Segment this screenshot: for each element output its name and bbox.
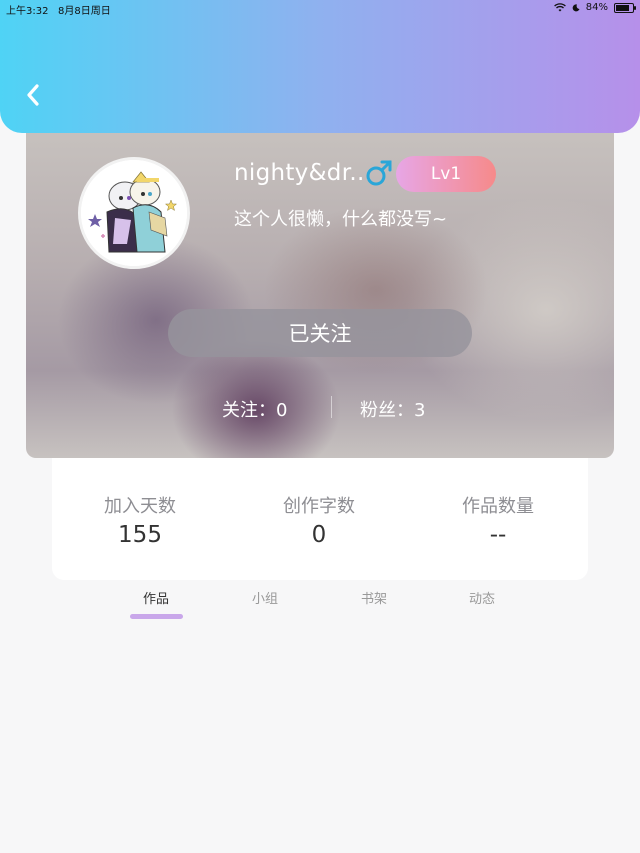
- moon-icon: [572, 3, 580, 11]
- fans-count[interactable]: 粉丝：3: [360, 396, 425, 422]
- stat-value: 0: [311, 522, 327, 548]
- tab-works[interactable]: 作品: [126, 588, 186, 607]
- username: nighty&dr...: [234, 160, 373, 186]
- stat-join-days: 加入天数 155: [65, 492, 215, 548]
- status-right: 84%: [553, 2, 636, 13]
- stat-value: 155: [118, 522, 162, 548]
- stat-word-count: 创作字数 0: [244, 492, 394, 548]
- follow-button[interactable]: 已关注: [168, 309, 472, 357]
- stat-label: 作品数量: [462, 496, 534, 517]
- chevron-left-icon: [27, 84, 39, 106]
- tab-bookshelf[interactable]: 书架: [344, 588, 404, 607]
- stat-value: --: [489, 522, 507, 548]
- avatar-illustration: [81, 160, 187, 266]
- status-left: 上午3:32 8月8日周日: [6, 2, 111, 17]
- battery-fill: [616, 4, 630, 11]
- stat-label: 创作字数: [283, 496, 355, 517]
- battery-icon: [614, 2, 636, 13]
- tab-activity[interactable]: 动态: [452, 588, 512, 607]
- tab-bar: 作品 小组 书架 动态: [0, 586, 640, 626]
- header-bar: 上午3:32 8月8日周日 84%: [0, 0, 640, 133]
- battery-percent: 84%: [585, 2, 608, 13]
- follow-stats: 关注：0 粉丝：3: [26, 394, 614, 422]
- male-icon: [364, 158, 394, 188]
- status-date: 8月8日周日: [58, 6, 111, 17]
- stats-card: 加入天数 155 创作字数 0 作品数量 --: [52, 458, 588, 580]
- wifi-icon: [553, 3, 566, 12]
- stat-label: 加入天数: [104, 496, 176, 517]
- tab-groups[interactable]: 小组: [235, 588, 295, 607]
- back-button[interactable]: [18, 80, 48, 110]
- status-time: 上午3:32: [6, 6, 49, 17]
- status-bar: 上午3:32 8月8日周日 84%: [0, 0, 640, 18]
- bio-text: 这个人很懒，什么都没写~: [234, 209, 448, 230]
- following-count[interactable]: 关注：0: [222, 396, 287, 422]
- tab-indicator: [130, 614, 183, 619]
- level-badge: Lv1: [396, 156, 496, 192]
- stat-works-count: 作品数量 --: [423, 492, 573, 548]
- avatar[interactable]: [78, 157, 190, 269]
- profile-card: nighty&dr... Lv1 这个人很懒，什么都没写~ 已关注 关注：0 粉…: [26, 110, 614, 458]
- stat-divider: [331, 396, 332, 418]
